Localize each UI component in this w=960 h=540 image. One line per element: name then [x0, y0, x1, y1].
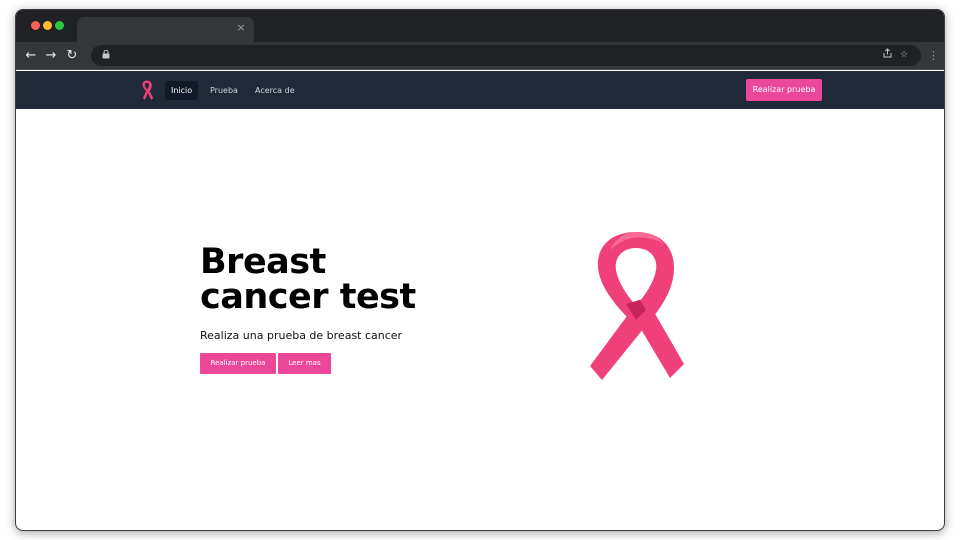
kebab-menu-icon[interactable]: ⋮ [928, 47, 939, 65]
nav-link-prueba[interactable]: Prueba [204, 81, 244, 100]
close-window-button[interactable] [31, 21, 40, 30]
maximize-window-button[interactable] [55, 21, 64, 30]
reload-icon[interactable]: ↻ [63, 47, 81, 65]
hero-leer-mas-button[interactable]: Leer mas [278, 353, 331, 374]
minimize-window-button[interactable] [43, 21, 52, 30]
share-icon[interactable] [880, 48, 894, 62]
forward-icon[interactable]: → [42, 47, 60, 65]
hero-realizar-prueba-button[interactable]: Realizar prueba [200, 353, 276, 374]
site-navbar: Inicio Prueba Acerca de Realizar prueba [16, 71, 944, 109]
browser-window: × ← → ↻ ☆ ⋮ Inicio Prueba Acerca de Real… [15, 9, 945, 531]
lock-icon[interactable] [100, 49, 112, 61]
pink-ribbon-icon [586, 228, 686, 382]
back-icon[interactable]: ← [22, 47, 40, 65]
browser-tab[interactable]: × [77, 17, 254, 42]
browser-toolbar: ← → ↻ ☆ ⋮ [16, 42, 944, 70]
address-bar[interactable]: ☆ [91, 45, 921, 66]
nav-link-acerca-de[interactable]: Acerca de [249, 81, 301, 100]
nav-realizar-prueba-button[interactable]: Realizar prueba [746, 79, 822, 101]
pink-ribbon-icon[interactable] [140, 80, 154, 100]
hero-title: Breast cancer test [200, 242, 416, 317]
star-icon[interactable]: ☆ [897, 48, 911, 62]
close-tab-icon[interactable]: × [234, 21, 248, 35]
tab-strip: × [16, 10, 944, 42]
nav-link-inicio[interactable]: Inicio [165, 81, 199, 100]
hero-subtitle: Realiza una prueba de breast cancer [200, 329, 403, 342]
